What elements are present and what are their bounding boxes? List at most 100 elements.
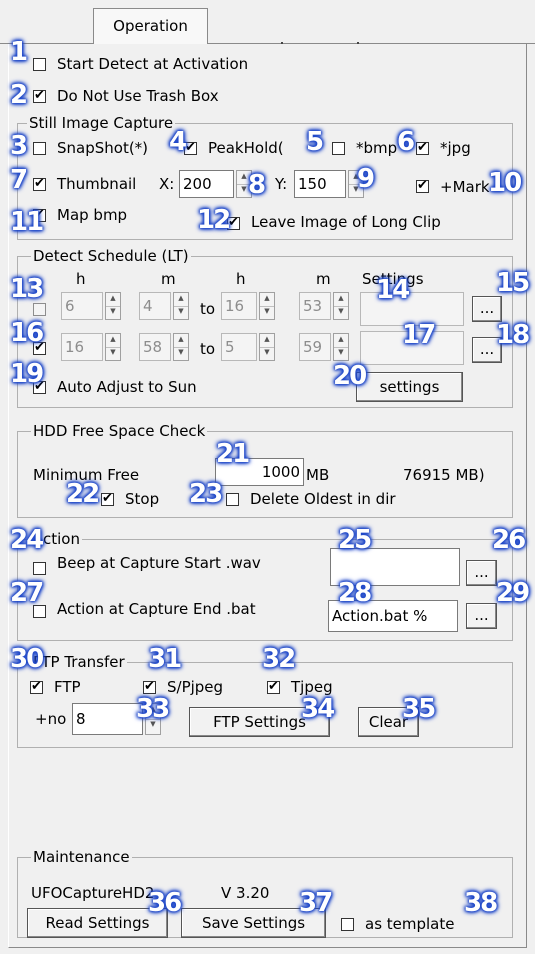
tjpeg-checkbox[interactable] (267, 678, 280, 696)
beep-checkbox[interactable] (33, 562, 46, 575)
badge-22: 22 (66, 479, 100, 509)
header-h2: h (236, 270, 246, 288)
no-trash-label: Do Not Use Trash Box (57, 87, 219, 105)
mark-checkbox[interactable] (416, 177, 429, 195)
ftp-checkbox[interactable] (30, 678, 43, 696)
badge-5: 5 (306, 127, 324, 157)
schedule1-end-min-spinner[interactable]: ▲ ▼ (333, 292, 349, 320)
badge-14: 14 (376, 275, 410, 305)
peakhold-checkbox[interactable] (184, 139, 197, 157)
badge-35: 35 (402, 694, 436, 724)
mark-label: +Mark (440, 178, 490, 196)
as-template-checkbox[interactable] (341, 918, 354, 931)
schedule1-start-hour-spinner[interactable]: ▲ ▼ (105, 292, 121, 320)
badge-29: 29 (496, 578, 530, 608)
badge-21: 21 (216, 439, 250, 469)
schedule1-start-hour[interactable]: 6 (61, 292, 103, 320)
badge-2: 2 (10, 80, 28, 110)
schedule1-to: to (200, 300, 216, 318)
schedule2-start-hour-spinner[interactable]: ▲ ▼ (105, 333, 121, 361)
start-detect-label: Start Detect at Activation (57, 55, 249, 73)
badge-10: 10 (488, 168, 522, 198)
badge-24: 24 (10, 525, 44, 555)
badge-3: 3 (10, 131, 28, 161)
y-label: Y: (275, 175, 288, 193)
schedule1-checkbox[interactable] (33, 303, 46, 316)
schedule1-start-min-spinner[interactable]: ▲ ▼ (173, 292, 189, 320)
badge-37: 37 (299, 888, 333, 918)
detect-schedule-title: Detect Schedule (LT) (31, 247, 191, 265)
x-label: X: (159, 175, 175, 193)
thumbnail-label: Thumbnail (57, 175, 137, 193)
badge-28: 28 (338, 578, 372, 608)
schedule1-browse-button[interactable]: ... (472, 296, 502, 322)
schedule2-to: to (200, 340, 216, 358)
badge-16: 16 (10, 318, 44, 348)
stop-checkbox[interactable] (101, 490, 114, 508)
badge-8: 8 (248, 170, 266, 200)
thumbnail-y-input[interactable]: 150 (294, 170, 346, 198)
map-bmp-label: Map bmp (57, 206, 128, 224)
app-name: UFOCaptureHD2 (31, 884, 155, 902)
badge-1: 1 (10, 37, 28, 67)
ftp-label: FTP (54, 678, 81, 696)
thumbnail-checkbox[interactable] (33, 175, 46, 193)
still-image-title: Still Image Capture (27, 114, 176, 132)
schedule2-end-min-spinner[interactable]: ▲ ▼ (333, 333, 349, 361)
delete-oldest-label: Delete Oldest in dir (250, 490, 396, 508)
header-m1: m (161, 270, 176, 288)
schedule2-start-hour[interactable]: 16 (61, 333, 103, 361)
badge-34: 34 (301, 694, 335, 724)
badge-4: 4 (169, 127, 187, 157)
thumbnail-x-input[interactable]: 200 (179, 170, 234, 198)
schedule2-end-min[interactable]: 59 (299, 333, 331, 361)
tab-operation[interactable]: Operation (93, 8, 208, 44)
badge-30: 30 (10, 644, 44, 674)
start-detect-checkbox[interactable] (33, 58, 46, 71)
header-h1: h (76, 270, 86, 288)
stop-label: Stop (125, 490, 160, 508)
badge-15: 15 (496, 268, 530, 298)
read-settings-button[interactable]: Read Settings (27, 908, 168, 938)
schedule1-end-hour[interactable]: 16 (221, 292, 257, 320)
no-trash-checkbox[interactable] (33, 87, 46, 105)
schedule-settings-button[interactable]: settings (356, 372, 463, 402)
spjpeg-checkbox[interactable] (143, 678, 156, 696)
snapshot-label: SnapShot(*) (57, 139, 149, 157)
hdd-title: HDD Free Space Check (31, 422, 208, 440)
end-action-label: Action at Capture End .bat (57, 600, 256, 618)
badge-11: 11 (10, 207, 44, 237)
badge-31: 31 (148, 644, 182, 674)
badge-20: 20 (333, 361, 367, 391)
end-action-browse-button[interactable]: ... (466, 603, 497, 629)
beep-browse-button[interactable]: ... (466, 560, 497, 586)
schedule2-end-hour[interactable]: 5 (221, 333, 257, 361)
badge-13: 13 (10, 274, 44, 304)
schedule2-start-min-spinner[interactable]: ▲ ▼ (173, 333, 189, 361)
badge-27: 27 (10, 578, 44, 608)
schedule2-start-min[interactable]: 58 (139, 333, 171, 361)
schedule1-start-min[interactable]: 4 (139, 292, 171, 320)
ftp-title: FTP Transfer (31, 653, 127, 671)
schedule1-end-hour-spinner[interactable]: ▲ ▼ (259, 292, 275, 320)
leave-long-label: Leave Image of Long Clip (251, 213, 441, 231)
badge-9: 9 (357, 164, 375, 194)
snapshot-checkbox[interactable] (33, 142, 46, 155)
badge-36: 36 (148, 888, 182, 918)
bmp-checkbox[interactable] (332, 142, 345, 155)
delete-oldest-checkbox[interactable] (226, 493, 239, 506)
badge-38: 38 (464, 888, 498, 918)
peakhold-label: PeakHold( (208, 139, 284, 157)
jpg-checkbox[interactable] (416, 139, 429, 157)
free-space-readout: 76915 MB) (403, 466, 485, 484)
ftp-no-input[interactable]: 8 (72, 703, 143, 735)
beep-label: Beep at Capture Start .wav (57, 554, 261, 572)
badge-19: 19 (10, 359, 44, 389)
as-template-label: as template (365, 915, 455, 933)
app-version: V 3.20 (221, 884, 270, 902)
badge-7: 7 (10, 165, 28, 195)
schedule2-end-hour-spinner[interactable]: ▲ ▼ (259, 333, 275, 361)
auto-sun-label: Auto Adjust to Sun (57, 378, 197, 396)
badge-6: 6 (397, 127, 415, 157)
schedule1-end-min[interactable]: 53 (299, 292, 331, 320)
